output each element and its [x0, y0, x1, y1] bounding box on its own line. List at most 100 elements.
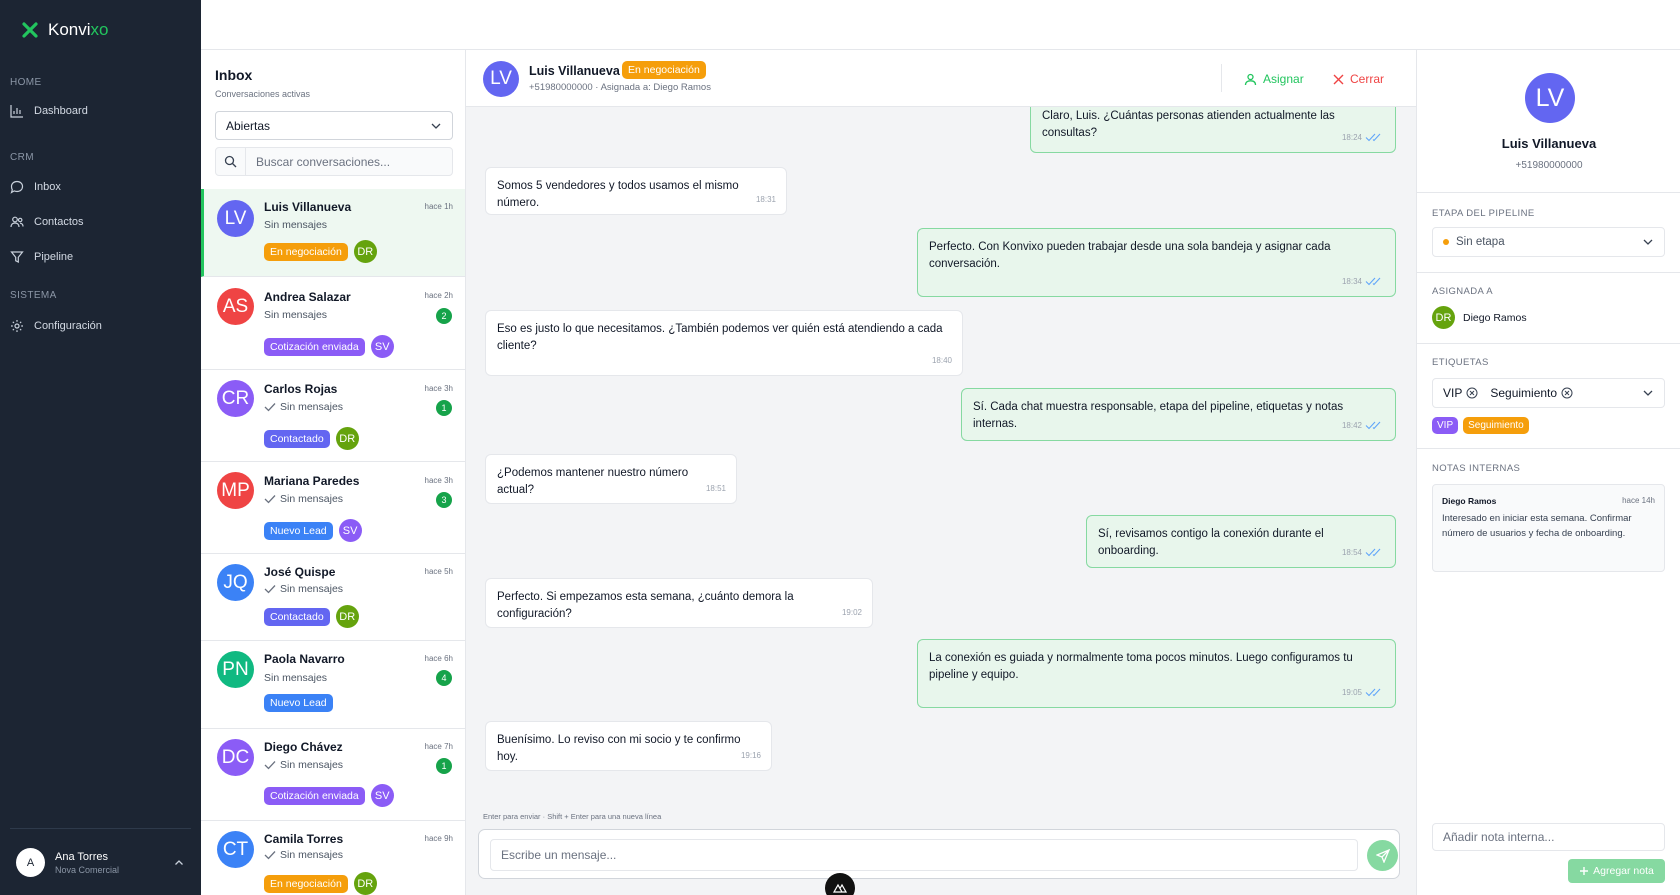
- conversation-item[interactable]: LV Luis Villanueva hace 1h Sin mensajes …: [201, 189, 465, 277]
- send-icon: [1375, 848, 1390, 863]
- sidebar-item-configuracion[interactable]: Configuración: [10, 319, 102, 333]
- conversation-tags: Cotización enviada SV: [264, 335, 394, 358]
- conversation-tags: Contactado DR: [264, 605, 359, 628]
- search-input[interactable]: [246, 154, 436, 169]
- assign-button[interactable]: Asignar: [1244, 72, 1304, 86]
- conversation-item[interactable]: AS Andrea Salazar hace 2h Sin mensajes 2…: [201, 277, 465, 370]
- nuxt-logo-icon: [833, 883, 847, 893]
- message-outgoing: Sí. Cada chat muestra responsable, etapa…: [961, 388, 1396, 441]
- conversation-item[interactable]: CR Carlos Rojas hace 3h Sin mensajes 1 C…: [201, 370, 465, 462]
- message-text: Somos 5 vendedores y todos usamos el mis…: [497, 180, 739, 209]
- conversation-preview: Sin mensajes: [264, 583, 343, 595]
- conversation-time: hace 3h: [424, 476, 453, 485]
- conversation-list: LV Luis Villanueva hace 1h Sin mensajes …: [201, 189, 465, 895]
- message-input[interactable]: [490, 839, 1358, 871]
- double-check-icon: [1365, 421, 1381, 430]
- tag-badge: Seguimiento: [1463, 417, 1529, 434]
- stage-tag: Cotización enviada: [264, 337, 365, 356]
- message-incoming: Buenísimo. Lo reviso con mi socio y te c…: [485, 721, 772, 771]
- conversation-item[interactable]: JQ José Quispe hace 5h Sin mensajes Cont…: [201, 554, 465, 641]
- double-check-icon: [1365, 277, 1381, 286]
- status-filter-select[interactable]: Abiertas: [215, 111, 453, 140]
- remove-tag-icon[interactable]: [1466, 387, 1478, 399]
- divider: [1417, 448, 1680, 449]
- contact-name: José Quispe: [264, 565, 336, 579]
- message-time: 18:24: [1342, 129, 1385, 146]
- conversation-item[interactable]: MP Mariana Paredes hace 3h Sin mensajes …: [201, 462, 465, 554]
- conversation-item[interactable]: CT Camila Torres hace 9h Sin mensajes En…: [201, 821, 465, 895]
- agent-avatar: DR: [335, 605, 359, 628]
- conversation-preview: Sin mensajes: [264, 759, 343, 771]
- sidebar-item-label: Pipeline: [34, 251, 74, 263]
- check-icon: [264, 495, 276, 504]
- tags-select[interactable]: VIP Seguimiento: [1432, 378, 1665, 408]
- tag-badges: VIP Seguimiento: [1432, 417, 1529, 434]
- conversation-time: hace 7h: [424, 742, 453, 751]
- konvixo-logo-icon: [22, 22, 38, 38]
- pipeline-stage-select[interactable]: Sin etapa: [1432, 227, 1665, 257]
- message-time: 18:40: [931, 356, 952, 365]
- inbox-title: Inbox: [215, 67, 253, 83]
- agent-avatar: DR: [353, 240, 377, 263]
- user-menu[interactable]: A Ana Torres Nova Comercial: [16, 848, 119, 877]
- agent-avatar: DR: [335, 427, 359, 450]
- users-icon: [10, 216, 24, 228]
- status-badge: En negociación: [622, 61, 706, 79]
- avatar: MP: [217, 472, 254, 509]
- sidebar-item-inbox[interactable]: Inbox: [10, 180, 61, 194]
- bar-chart-icon: [10, 105, 23, 118]
- message-time: 19:16: [740, 751, 761, 760]
- dev-tools-button[interactable]: [825, 873, 855, 895]
- plus-icon: [1580, 867, 1589, 875]
- sidebar-item-pipeline[interactable]: Pipeline: [10, 250, 73, 264]
- conversation-preview: Sin mensajes: [264, 493, 343, 505]
- message-time: 18:31: [755, 195, 776, 204]
- filter-icon: [10, 251, 24, 263]
- contact-name: Paola Navarro: [264, 652, 345, 666]
- agent-avatar: SV: [370, 335, 394, 358]
- message-text: ¿Podemos mantener nuestro número actual?: [497, 467, 689, 496]
- check-icon: [264, 403, 276, 412]
- sidebar-divider: [10, 828, 191, 829]
- assigned-agent-name: Diego Ramos: [1463, 311, 1527, 324]
- sidebar-item-contactos[interactable]: Contactos: [10, 215, 84, 229]
- message-time: 19:02: [841, 608, 862, 617]
- chevron-up-icon[interactable]: [174, 858, 184, 868]
- close-button[interactable]: Cerrar: [1333, 72, 1384, 86]
- sidebar-item-dashboard[interactable]: Dashboard: [10, 104, 88, 118]
- contact-name: Camila Torres: [264, 832, 344, 846]
- add-note-button[interactable]: Agregar nota: [1568, 859, 1665, 883]
- message-text: Eso es justo lo que necesitamos. ¿Tambié…: [497, 323, 943, 352]
- conversation-item[interactable]: PN Paola Navarro hace 6h Sin mensajes 4 …: [201, 641, 465, 729]
- note-input[interactable]: [1432, 823, 1665, 851]
- agent-avatar: SV: [370, 784, 394, 807]
- conversation-item[interactable]: DC Diego Chávez hace 7h Sin mensajes 1 C…: [201, 729, 465, 821]
- stage-tag: Nuevo Lead: [264, 521, 333, 540]
- check-icon: [264, 585, 276, 594]
- unread-badge: 3: [436, 492, 452, 508]
- pipeline-label: ETAPA DEL PIPELINE: [1432, 208, 1535, 219]
- chat-contact-meta: +51980000000 · Asignada a: Diego Ramos: [529, 82, 711, 93]
- contact-name: Diego Chávez: [264, 740, 343, 754]
- conversation-preview: Sin mensajes: [264, 849, 343, 861]
- remove-tag-icon[interactable]: [1561, 387, 1573, 399]
- message-time: 18:54: [1342, 544, 1385, 561]
- conversation-time: hace 6h: [424, 654, 453, 663]
- chat-panel: LV Luis Villanueva En negociación +51980…: [466, 50, 1416, 895]
- chevron-down-icon: [1643, 390, 1653, 396]
- message-outgoing: Sí, revisamos contigo la conexión durant…: [1086, 515, 1396, 568]
- message-incoming: Eso es justo lo que necesitamos. ¿Tambié…: [485, 310, 963, 376]
- message-time: 18:34: [1342, 273, 1385, 290]
- note-author: Diego Ramos: [1442, 496, 1497, 506]
- conversation-time: hace 1h: [424, 202, 453, 211]
- send-button[interactable]: [1367, 840, 1398, 871]
- stage-tag: Nuevo Lead: [264, 694, 333, 712]
- brand-logo[interactable]: Konvixo: [22, 20, 109, 40]
- pipeline-stage-value: Sin etapa: [1456, 236, 1505, 248]
- agent-avatar: SV: [338, 519, 362, 542]
- topbar: [201, 0, 1680, 50]
- conversation-time: hace 2h: [424, 291, 453, 300]
- contact-name: Luis Villanueva: [1501, 136, 1597, 151]
- avatar: LV: [217, 200, 254, 237]
- avatar: CR: [217, 380, 254, 417]
